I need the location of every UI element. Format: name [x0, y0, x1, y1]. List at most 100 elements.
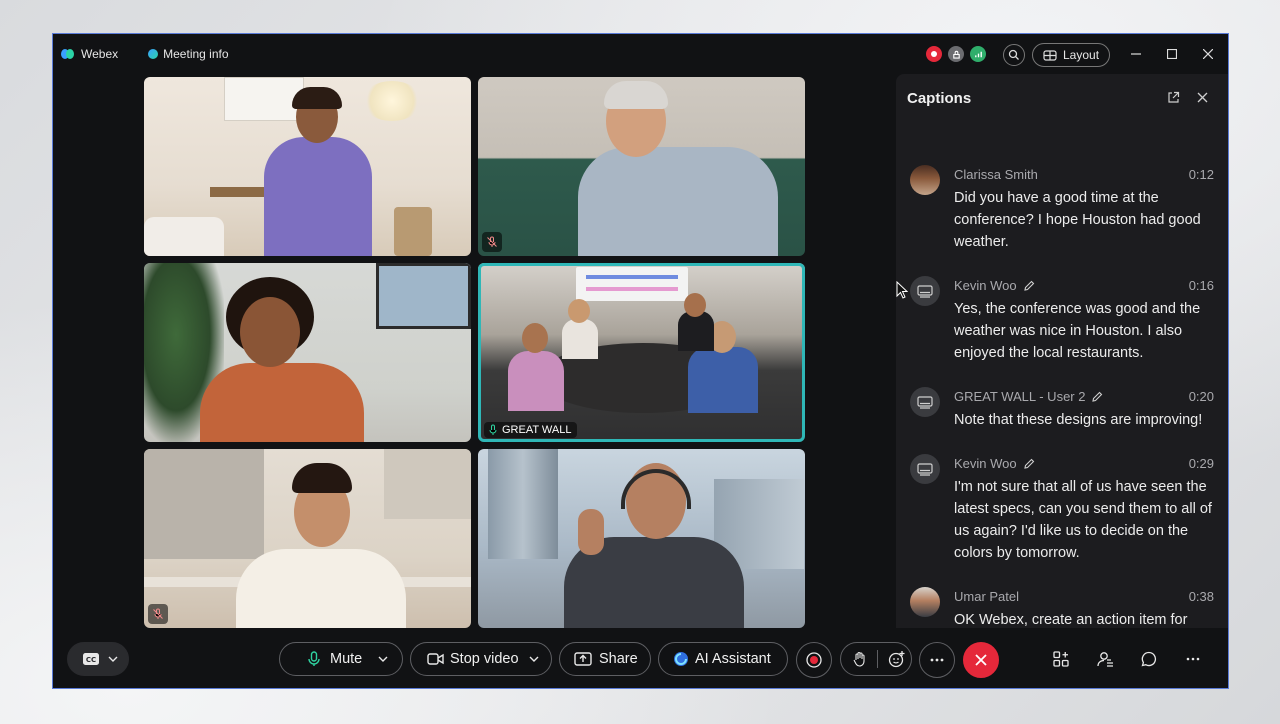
person-black-head	[684, 293, 706, 317]
avatar	[910, 454, 940, 484]
mic-muted-icon	[153, 608, 163, 619]
apps-button[interactable]	[1049, 647, 1073, 671]
svg-text:CC: CC	[86, 656, 96, 664]
more-options-button[interactable]	[919, 642, 955, 678]
lock-indicator-icon[interactable]	[948, 46, 964, 62]
participant-body	[236, 549, 406, 628]
edit-pencil-icon[interactable]	[1023, 458, 1035, 470]
participant-body	[578, 147, 778, 256]
mic-icon	[489, 424, 497, 435]
meeting-info-label: Meeting info	[163, 47, 229, 61]
stop-video-button[interactable]: Stop video	[410, 642, 552, 676]
caption-entry: GREAT WALL - User 2 0:20 Note that these…	[910, 387, 1214, 437]
ellipsis-icon	[1186, 657, 1200, 661]
chat-button[interactable]	[1137, 647, 1161, 671]
share-label: Share	[599, 651, 638, 667]
raise-hand-icon[interactable]	[853, 651, 867, 667]
kitchen-cabinet-right	[384, 449, 471, 519]
microphone-icon	[308, 651, 320, 666]
video-tile-great-wall[interactable]: GREAT WALL	[478, 263, 805, 442]
end-call-button[interactable]	[963, 642, 999, 678]
participant-hair	[292, 463, 352, 493]
caption-text: Yes, the conference was good and the wea…	[954, 301, 1201, 361]
side-table	[394, 207, 432, 256]
chevron-down-icon[interactable]	[529, 656, 539, 662]
close-window-button[interactable]	[1198, 44, 1218, 64]
room-device-icon	[917, 395, 933, 409]
stop-video-label: Stop video	[450, 651, 519, 667]
meeting-info-icon	[148, 49, 159, 59]
window-view	[376, 263, 471, 329]
person-blue	[688, 347, 758, 413]
sofa	[144, 217, 224, 256]
captions-panel: Captions Clarissa Smith 0:12 Did you hav…	[896, 74, 1228, 628]
record-icon	[806, 652, 822, 668]
caption-time: 0:16	[1188, 278, 1214, 293]
webex-window: Webex Meeting info Layout GREAT WALL Cap…	[53, 34, 1228, 688]
close-icon	[1203, 49, 1213, 59]
zoom-button[interactable]	[1003, 44, 1025, 66]
status-indicators	[926, 46, 986, 62]
layout-button[interactable]: Layout	[1032, 43, 1111, 67]
recording-indicator-icon[interactable]	[926, 46, 942, 62]
participant-face	[240, 297, 300, 367]
ai-assistant-button[interactable]: AI Assistant	[658, 642, 788, 676]
video-tile-participant-3[interactable]	[144, 263, 471, 442]
avatar	[910, 587, 940, 617]
caption-entry: Clarissa Smith 0:12 Did you have a good …	[910, 165, 1214, 255]
meeting-info-button[interactable]: Meeting info	[148, 47, 229, 61]
video-tile-participant-6[interactable]	[478, 449, 805, 628]
minimize-button[interactable]	[1126, 44, 1146, 64]
muted-indicator	[148, 604, 168, 624]
caption-speaker: Kevin Woo	[954, 456, 1035, 471]
person-pink	[508, 351, 564, 411]
close-icon	[1197, 92, 1207, 102]
mute-button[interactable]: Mute	[279, 642, 403, 676]
participants-button[interactable]	[1093, 647, 1117, 671]
caption-speaker: Clarissa Smith	[954, 167, 1038, 182]
app-name: Webex	[81, 47, 119, 61]
avatar	[910, 276, 940, 306]
layout-label: Layout	[1063, 48, 1100, 62]
caption-text: I'm not sure that all of us have seen th…	[954, 479, 1212, 561]
person-pink-head	[522, 323, 548, 353]
person-white-head	[568, 299, 590, 323]
magnifier-icon	[1008, 49, 1019, 60]
chevron-down-icon[interactable]	[378, 656, 388, 662]
popout-captions-button[interactable]	[1164, 88, 1182, 106]
tile-name: GREAT WALL	[502, 424, 572, 436]
edit-pencil-icon[interactable]	[1091, 391, 1103, 403]
cc-icon: CC	[83, 653, 99, 665]
chevron-down-icon	[108, 656, 118, 662]
caption-speaker: Umar Patel	[954, 589, 1020, 604]
room-device-icon	[917, 284, 933, 298]
chat-bubble-icon	[1141, 651, 1157, 667]
closed-captions-button[interactable]: CC	[67, 642, 129, 676]
ai-assistant-label: AI Assistant	[695, 651, 771, 667]
more-panels-button[interactable]	[1181, 647, 1205, 671]
edit-pencil-icon[interactable]	[1023, 280, 1035, 292]
video-tile-participant-2[interactable]	[478, 77, 805, 256]
participant-hair	[604, 81, 668, 109]
app-brand: Webex	[61, 47, 118, 61]
person-white	[562, 319, 598, 359]
close-captions-button[interactable]	[1193, 88, 1211, 106]
network-health-icon[interactable]	[970, 46, 986, 62]
caption-speaker: GREAT WALL - User 2	[954, 389, 1103, 404]
video-tile-participant-1[interactable]	[144, 77, 471, 256]
reaction-smiley-icon[interactable]	[888, 650, 906, 668]
mute-label: Mute	[330, 651, 363, 667]
tile-name-label: GREAT WALL	[484, 422, 578, 438]
caption-time: 0:12	[1188, 167, 1214, 182]
webex-logo-icon	[61, 48, 75, 60]
share-button[interactable]: Share	[559, 642, 651, 676]
avatar	[910, 165, 940, 195]
maximize-button[interactable]	[1162, 44, 1182, 64]
video-tile-participant-5[interactable]	[144, 449, 471, 628]
layout-grid-icon	[1043, 49, 1057, 61]
room-device-icon	[917, 462, 933, 476]
record-button[interactable]	[796, 642, 832, 678]
caption-text: OK Webex, create an action item for Henr…	[954, 612, 1188, 628]
participant-body	[200, 363, 364, 442]
participants-icon	[1097, 652, 1113, 667]
